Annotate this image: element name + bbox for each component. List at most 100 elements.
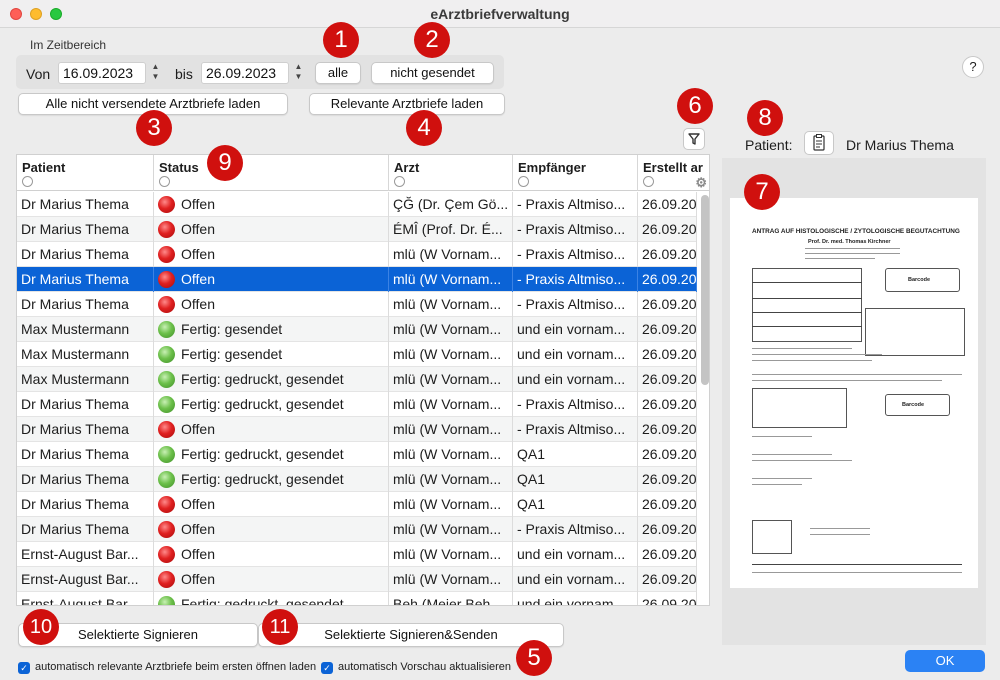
annotation-badge-2: 2 <box>414 22 450 58</box>
cell-patient: Dr Marius Thema <box>17 267 154 292</box>
help-button[interactable]: ? <box>962 56 984 78</box>
patient-label: Patient: <box>745 137 793 153</box>
cell-erstellt: 26.09.20 <box>638 317 697 342</box>
cell-status: Offen <box>154 567 389 592</box>
column-filter-radio[interactable] <box>159 176 170 187</box>
table-row[interactable]: Dr Marius Thema Offen mlü (W Vornam... QA1 2… <box>17 492 697 517</box>
table-row[interactable]: Ernst-August Bar... Fertig: gedruckt, ges… <box>17 592 697 605</box>
cell-empfaenger: und ein vornam... <box>513 592 638 605</box>
funnel-icon <box>688 133 700 145</box>
cell-erstellt: 26.09.20 <box>638 492 697 517</box>
column-header-erstellt[interactable]: Erstellt ar ⚙ <box>638 155 709 191</box>
document-preview[interactable]: ANTRAG AUF HISTOLOGISCHE / ZYTOLOGISCHE … <box>722 158 986 645</box>
cell-patient: Dr Marius Thema <box>17 492 154 517</box>
table-row[interactable]: Dr Marius Thema Fertig: gedruckt, gesende… <box>17 467 697 492</box>
column-header-patient[interactable]: Patient <box>17 155 154 191</box>
column-header-arzt[interactable]: Arzt <box>389 155 513 191</box>
status-text: Offen <box>181 196 215 212</box>
cell-patient: Dr Marius Thema <box>17 442 154 467</box>
table-row[interactable]: Ernst-August Bar... Offen mlü (W Vornam...… <box>17 542 697 567</box>
column-header-status[interactable]: Status <box>154 155 389 191</box>
load-relevant-button[interactable]: Relevante Arztbriefe laden <box>309 93 505 115</box>
cell-empfaenger: - Praxis Altmiso... <box>513 292 638 317</box>
status-red-icon <box>158 546 175 563</box>
column-filter-radio[interactable] <box>394 176 405 187</box>
annotation-badge-8: 8 <box>747 100 783 136</box>
cell-patient: Dr Marius Thema <box>17 417 154 442</box>
annotation-badge-5: 5 <box>516 640 552 676</box>
horizontal-scrollbar[interactable] <box>16 606 710 612</box>
cell-empfaenger: und ein vornam... <box>513 367 638 392</box>
table-row[interactable]: Dr Marius Thema Offen mlü (W Vornam... - Pr… <box>17 242 697 267</box>
window-title: eArztbriefverwaltung <box>430 6 570 22</box>
from-date-field[interactable]: 16.09.2023 <box>58 62 146 84</box>
cell-arzt: mlü (W Vornam... <box>389 517 513 542</box>
cell-arzt: ÉMÎ (Prof. Dr. É... <box>389 217 513 242</box>
cell-status: Fertig: gedruckt, gesendet <box>154 467 389 492</box>
table-row[interactable]: Dr Marius Thema Fertig: gedruckt, gesende… <box>17 442 697 467</box>
column-filter-radio[interactable] <box>643 176 654 187</box>
table-row[interactable]: Dr Marius Thema Offen mlü (W Vornam... - Pr… <box>17 517 697 542</box>
table-row[interactable]: Dr Marius Thema Offen ÉMÎ (Prof. Dr. É... -… <box>17 217 697 242</box>
to-date-stepper[interactable]: ▲ ▼ <box>292 62 305 84</box>
table-row[interactable]: Max Mustermann Fertig: gedruckt, gesendet… <box>17 367 697 392</box>
clipboard-icon <box>813 134 825 151</box>
status-red-icon <box>158 221 175 238</box>
column-filter-radio[interactable] <box>518 176 529 187</box>
column-header-empfaenger[interactable]: Empfänger <box>513 155 638 191</box>
preview-subheading: Prof. Dr. med. Thomas Kirchner <box>808 239 891 245</box>
cell-erstellt: 26.09.20 <box>638 392 697 417</box>
status-green-icon <box>158 446 175 463</box>
table-row[interactable]: Max Mustermann Fertig: gesendet mlü (W Vor… <box>17 317 697 342</box>
cell-empfaenger: - Praxis Altmiso... <box>513 267 638 292</box>
cell-erstellt: 26.09.20 <box>638 542 697 567</box>
cell-status: Fertig: gedruckt, gesendet <box>154 592 389 605</box>
cell-empfaenger: - Praxis Altmiso... <box>513 392 638 417</box>
cell-arzt: mlü (W Vornam... <box>389 367 513 392</box>
preview-barcode-label-2: Barcode <box>902 402 925 408</box>
cell-status: Offen <box>154 542 389 567</box>
cell-erstellt: 26.09.20 <box>638 242 697 267</box>
table-row[interactable]: Ernst-August Bar... Offen mlü (W Vornam...… <box>17 567 697 592</box>
auto-preview-checkbox[interactable]: ✓ <box>321 662 333 674</box>
cell-status: Offen <box>154 292 389 317</box>
cell-status: Offen <box>154 192 389 217</box>
table-row[interactable]: Max Mustermann Fertig: gesendet mlü (W Vor… <box>17 342 697 367</box>
filter-button[interactable] <box>683 128 705 150</box>
column-filter-radio[interactable] <box>22 176 33 187</box>
status-text: Offen <box>181 421 215 437</box>
ok-button[interactable]: OK <box>905 650 985 672</box>
table-row[interactable]: Dr Marius Thema Offen ÇĞ (Dr. Çem Gö... - P… <box>17 192 697 217</box>
status-text: Offen <box>181 546 215 562</box>
cell-arzt: mlü (W Vornam... <box>389 342 513 367</box>
column-label: Patient <box>22 160 66 175</box>
to-date-field[interactable]: 26.09.2023 <box>201 62 289 84</box>
cell-status: Offen <box>154 217 389 242</box>
vertical-scrollbar[interactable] <box>701 195 709 385</box>
table-row[interactable]: Dr Marius Thema Offen mlü (W Vornam... - Pr… <box>17 267 697 292</box>
cell-status: Fertig: gedruckt, gesendet <box>154 442 389 467</box>
status-red-icon <box>158 571 175 588</box>
patient-card-button[interactable] <box>804 131 834 155</box>
cell-patient: Dr Marius Thema <box>17 467 154 492</box>
table-row[interactable]: Dr Marius Thema Offen mlü (W Vornam... - Pr… <box>17 417 697 442</box>
cell-status: Offen <box>154 242 389 267</box>
status-text: Fertig: gedruckt, gesendet <box>181 396 344 412</box>
auto-load-checkbox[interactable]: ✓ <box>18 662 30 674</box>
table-row[interactable]: Dr Marius Thema Offen mlü (W Vornam... - Pr… <box>17 292 697 317</box>
cell-arzt: mlü (W Vornam... <box>389 442 513 467</box>
all-button[interactable]: alle <box>315 62 361 84</box>
not-sent-button[interactable]: nicht gesendet <box>371 62 494 84</box>
column-label: Empfänger <box>518 160 586 175</box>
cell-patient: Ernst-August Bar... <box>17 592 154 605</box>
table-row[interactable]: Dr Marius Thema Fertig: gedruckt, gesende… <box>17 392 697 417</box>
cell-arzt: mlü (W Vornam... <box>389 292 513 317</box>
cell-empfaenger: QA1 <box>513 492 638 517</box>
cell-erstellt: 26.09.20 <box>638 267 697 292</box>
from-label: Von <box>26 66 51 82</box>
sign-send-selected-button[interactable]: Selektierte Signieren&Senden <box>258 623 564 647</box>
gear-icon[interactable]: ⚙ <box>695 175 707 191</box>
preview-barcode-label: Barcode <box>908 277 931 283</box>
from-date-stepper[interactable]: ▲ ▼ <box>149 62 162 84</box>
column-label: Status <box>159 160 199 175</box>
